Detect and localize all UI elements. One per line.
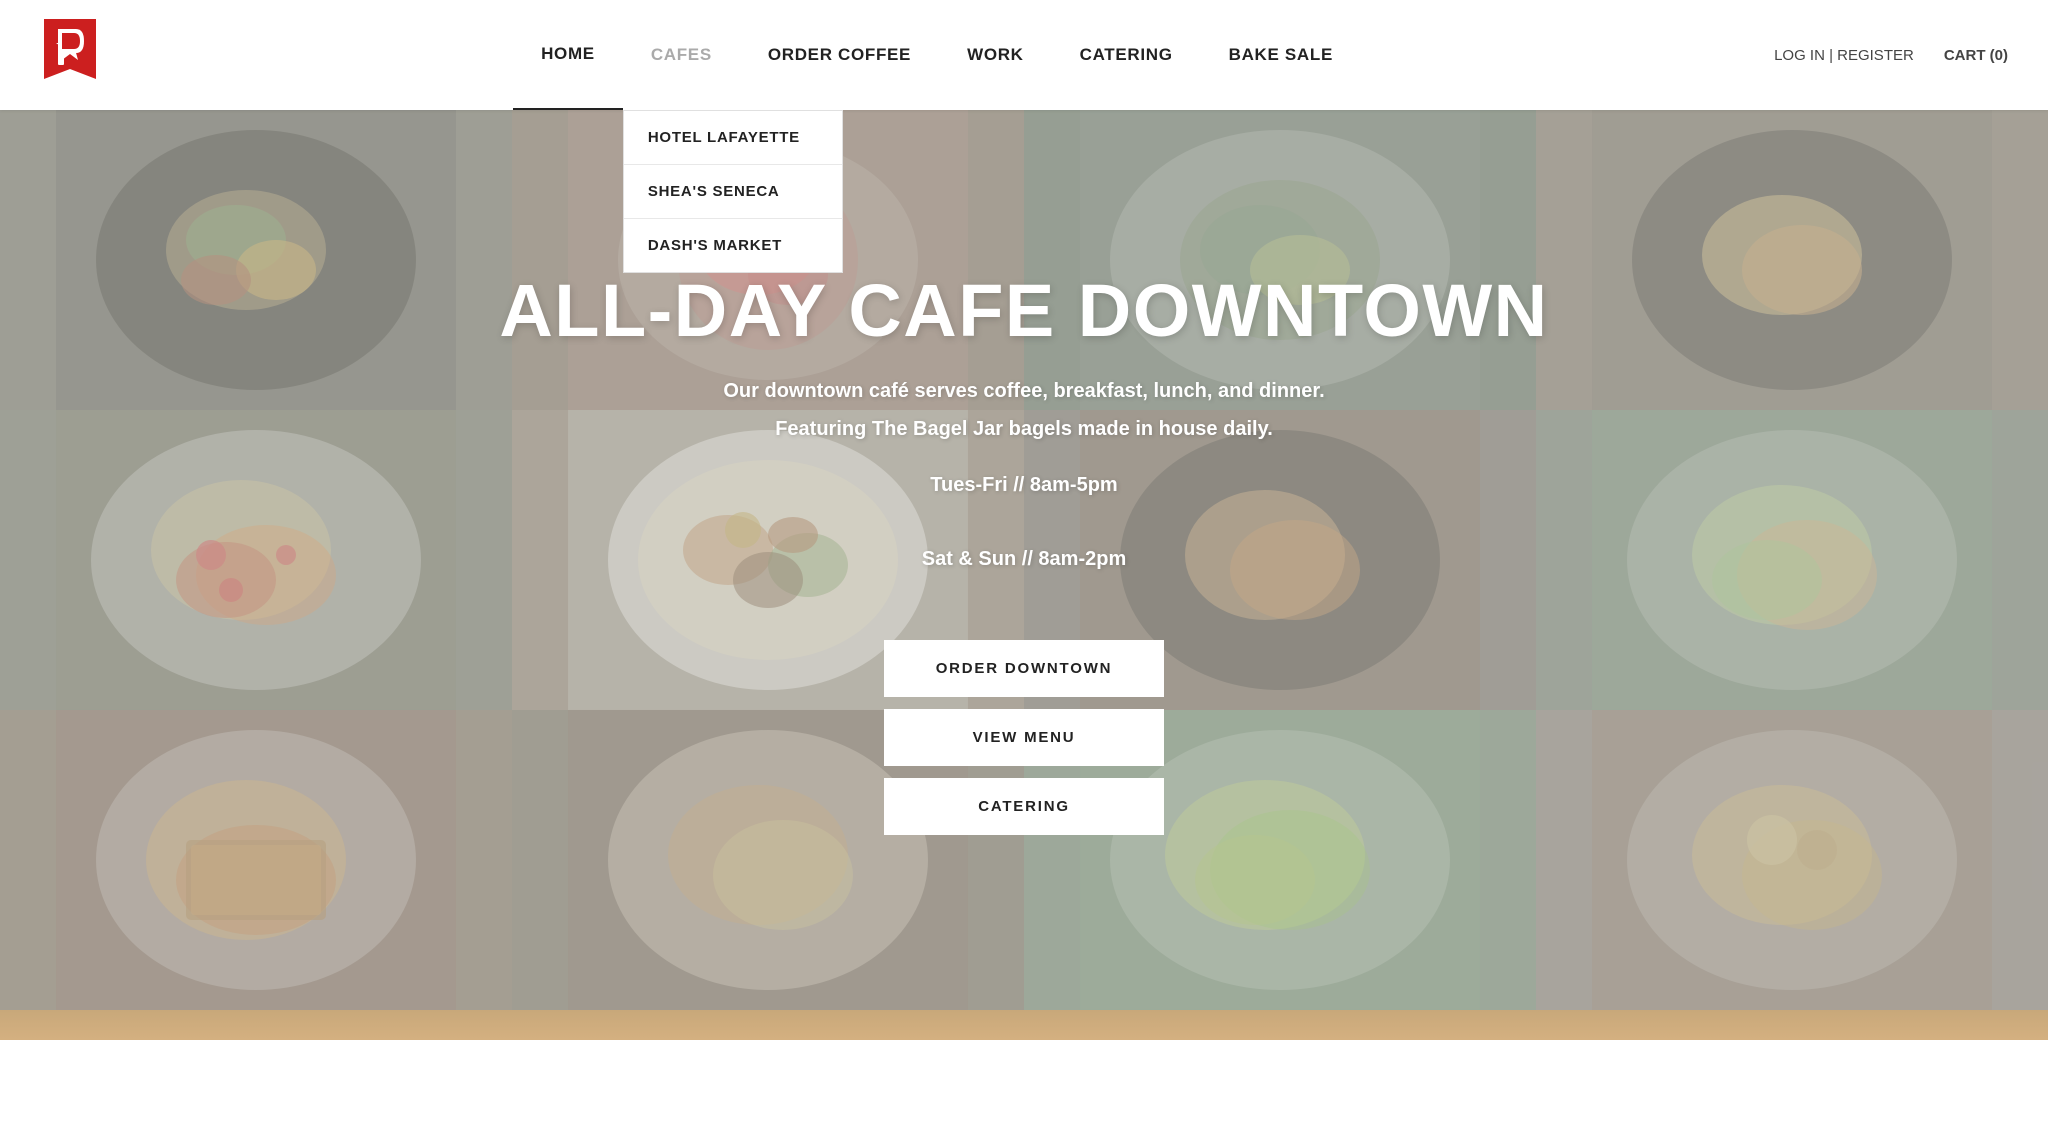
nav-item-catering[interactable]: CATERING bbox=[1052, 0, 1201, 110]
auth-link[interactable]: LOG IN | REGISTER bbox=[1774, 47, 1914, 64]
view-menu-button[interactable]: VIEW MENU bbox=[884, 709, 1164, 766]
cart-link[interactable]: CART (0) bbox=[1944, 47, 2008, 64]
nav-item-home[interactable]: HOME bbox=[513, 0, 623, 110]
catering-button[interactable]: CATERING bbox=[884, 778, 1164, 835]
hero-overlay: ALL-DAY CAFE DOWNTOWN Our downtown café … bbox=[0, 110, 2048, 1010]
header: HOME CAFES HOTEL LAFAYETTE SHEA'S SENECA… bbox=[0, 0, 2048, 110]
dropdown-item-dashs-market[interactable]: DASH'S MARKET bbox=[624, 219, 842, 272]
nav-item-work[interactable]: WORK bbox=[939, 0, 1052, 110]
nav-item-bake-sale[interactable]: BAKE SALE bbox=[1201, 0, 1361, 110]
nav-item-cafes[interactable]: CAFES bbox=[623, 0, 740, 110]
hero-subtitle-line1: Our downtown café serves coffee, breakfa… bbox=[723, 376, 1324, 406]
dropdown-item-sheas-seneca[interactable]: SHEA'S SENECA bbox=[624, 165, 842, 219]
hero-section: ALL-DAY CAFE DOWNTOWN Our downtown café … bbox=[0, 110, 2048, 1010]
logo-icon bbox=[40, 19, 100, 91]
cafes-dropdown: HOTEL LAFAYETTE SHEA'S SENECA DASH'S MAR… bbox=[623, 110, 843, 273]
header-right: LOG IN | REGISTER CART (0) bbox=[1774, 47, 2008, 64]
main-nav: HOME CAFES HOTEL LAFAYETTE SHEA'S SENECA… bbox=[100, 0, 1774, 110]
hero-subtitle-line2: Featuring The Bagel Jar bagels made in h… bbox=[775, 414, 1273, 444]
nav-item-order-coffee[interactable]: ORDER COFFEE bbox=[740, 0, 939, 110]
bottom-bar bbox=[0, 1010, 2048, 1040]
hero-hours-line2: Sat & Sun // 8am-2pm bbox=[922, 542, 1127, 576]
logo[interactable] bbox=[40, 19, 100, 91]
hero-title: ALL-DAY CAFE DOWNTOWN bbox=[499, 274, 1548, 348]
nav-cafes-container: CAFES HOTEL LAFAYETTE SHEA'S SENECA DASH… bbox=[623, 0, 740, 110]
order-downtown-button[interactable]: ORDER DOWNTOWN bbox=[884, 640, 1164, 697]
hero-hours-line1: Tues-Fri // 8am-5pm bbox=[930, 468, 1117, 502]
dropdown-item-hotel-lafayette[interactable]: HOTEL LAFAYETTE bbox=[624, 111, 842, 165]
